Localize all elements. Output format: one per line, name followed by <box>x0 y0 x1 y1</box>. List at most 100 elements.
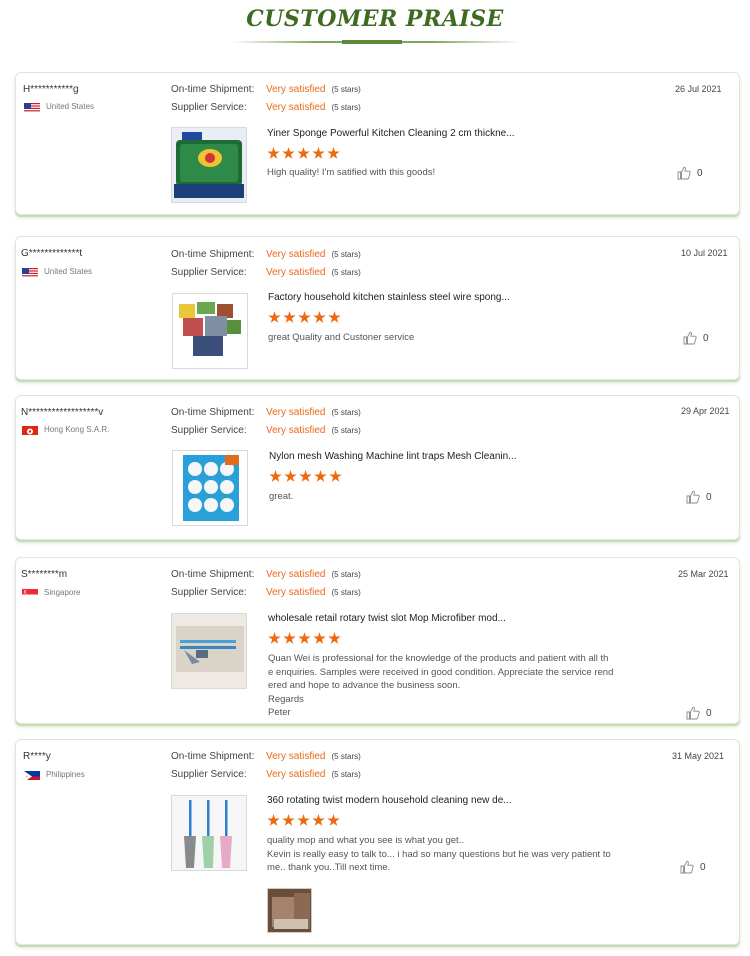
like-count: 0 <box>706 707 712 719</box>
buyer-name: N******************v <box>21 407 104 418</box>
star-icon <box>284 470 297 482</box>
review-card: H***********g United States On-time Ship… <box>15 72 740 215</box>
page-header: CUSTOMER PRAISE <box>0 0 750 50</box>
like-button[interactable]: 0 <box>686 490 712 504</box>
thumbs-up-icon <box>683 331 697 345</box>
shipment-rating: On-time Shipment: Very satisfied (5 stars) <box>171 751 361 762</box>
buyer-country: Philippines <box>24 769 85 780</box>
like-count: 0 <box>697 167 703 179</box>
star-icon <box>313 311 326 323</box>
star-icon <box>282 147 295 159</box>
shipment-rating: On-time Shipment: Very satisfied (5 stars) <box>171 84 361 95</box>
buyer-name: G*************t <box>21 248 83 259</box>
hk-flag-icon <box>22 424 38 435</box>
product-thumbnail[interactable] <box>172 293 248 369</box>
like-count: 0 <box>706 491 712 503</box>
review-text: great Quality and Custoner service <box>268 332 415 343</box>
buyer-name: H***********g <box>23 84 79 95</box>
country-name: United States <box>46 102 95 111</box>
country-name: Singapore <box>44 588 81 597</box>
star-rating <box>268 632 341 645</box>
star-icon <box>297 147 310 159</box>
star-icon <box>282 814 295 826</box>
thumbs-up-icon <box>686 706 700 720</box>
product-title[interactable]: Yiner Sponge Powerful Kitchen Cleaning 2… <box>267 128 515 139</box>
star-icon <box>328 311 341 323</box>
product-title[interactable]: Nylon mesh Washing Machine lint traps Me… <box>269 451 517 462</box>
service-rating: Supplier Service: Very satisfied (5 stars) <box>171 267 361 278</box>
buyer-country: United States <box>22 266 92 277</box>
like-button[interactable]: 0 <box>680 860 706 874</box>
star-icon <box>268 632 281 644</box>
buyer-country: Hong Kong S.A.R. <box>22 424 109 435</box>
service-rating: Supplier Service: Very satisfied (5 stars) <box>171 425 361 436</box>
product-thumbnail[interactable] <box>171 613 247 689</box>
star-icon <box>299 470 312 482</box>
like-button[interactable]: 0 <box>677 166 703 180</box>
buyer-country: United States <box>24 101 94 112</box>
shipment-rating: On-time Shipment: Very satisfied (5 stars) <box>171 249 361 260</box>
star-icon <box>327 814 340 826</box>
service-rating: Supplier Service: Very satisfied (5 stars) <box>171 769 361 780</box>
us-flag-icon <box>22 266 38 277</box>
like-count: 0 <box>700 861 706 873</box>
star-icon <box>268 311 281 323</box>
service-rating: Supplier Service: Very satisfied (5 stars) <box>171 102 361 113</box>
service-rating: Supplier Service: Very satisfied (5 stars) <box>171 587 361 598</box>
thumbs-up-icon <box>680 860 694 874</box>
review-photo[interactable] <box>267 888 312 933</box>
title-divider-accent <box>342 40 402 44</box>
review-date: 31 May 2021 <box>672 751 725 761</box>
star-icon <box>297 814 310 826</box>
thumbs-up-icon <box>677 166 691 180</box>
star-icon <box>327 147 340 159</box>
star-icon <box>312 147 325 159</box>
country-name: United States <box>44 267 93 276</box>
like-button[interactable]: 0 <box>686 706 712 720</box>
shipment-rating: On-time Shipment: Very satisfied (5 stars) <box>171 569 361 580</box>
ph-flag-icon <box>24 769 40 780</box>
product-title[interactable]: 360 rotating twist modern household clea… <box>267 795 512 806</box>
buyer-country: Singapore <box>22 587 80 598</box>
review-card: S********m Singapore On-time Shipment: Ve… <box>15 557 740 724</box>
star-icon <box>328 632 341 644</box>
like-button[interactable]: 0 <box>683 331 709 345</box>
country-name: Hong Kong S.A.R. <box>44 425 110 434</box>
star-rating <box>268 311 341 324</box>
review-date: 25 Mar 2021 <box>678 569 729 579</box>
review-date: 26 Jul 2021 <box>675 84 722 94</box>
review-text: Quan Wei is professional for the knowled… <box>268 653 614 718</box>
star-icon <box>298 311 311 323</box>
us-flag-icon <box>24 101 40 112</box>
review-card: R****y Philippines On-time Shipment: Very… <box>15 739 740 945</box>
star-icon <box>312 814 325 826</box>
sg-flag-icon <box>22 587 38 598</box>
page-title: CUSTOMER PRAISE <box>246 6 504 32</box>
review-text: High quality! I'm satified with this goo… <box>267 167 436 178</box>
product-thumbnail[interactable] <box>172 450 248 526</box>
product-title[interactable]: Factory household kitchen stainless stee… <box>268 292 510 303</box>
shipment-rating: On-time Shipment: Very satisfied (5 stars) <box>171 407 361 418</box>
review-date: 29 Apr 2021 <box>681 406 730 416</box>
country-name: Philippines <box>46 770 85 779</box>
star-icon <box>269 470 282 482</box>
thumbs-up-icon <box>686 490 700 504</box>
review-text: quality mop and what you see is what you… <box>267 835 611 873</box>
product-thumbnail[interactable] <box>171 127 247 203</box>
star-icon <box>329 470 342 482</box>
star-rating <box>269 470 342 483</box>
review-card: N******************v Hong Kong S.A.R. On… <box>15 395 740 540</box>
product-thumbnail[interactable] <box>171 795 247 871</box>
like-count: 0 <box>703 332 709 344</box>
star-rating <box>267 147 340 160</box>
star-icon <box>283 632 296 644</box>
buyer-name: R****y <box>23 751 51 762</box>
review-date: 10 Jul 2021 <box>681 248 728 258</box>
star-icon <box>267 147 280 159</box>
review-text: great. <box>269 491 294 502</box>
star-icon <box>314 470 327 482</box>
product-title[interactable]: wholesale retail rotary twist slot Mop M… <box>268 613 506 624</box>
buyer-name: S********m <box>21 569 68 580</box>
star-icon <box>283 311 296 323</box>
star-icon <box>267 814 280 826</box>
